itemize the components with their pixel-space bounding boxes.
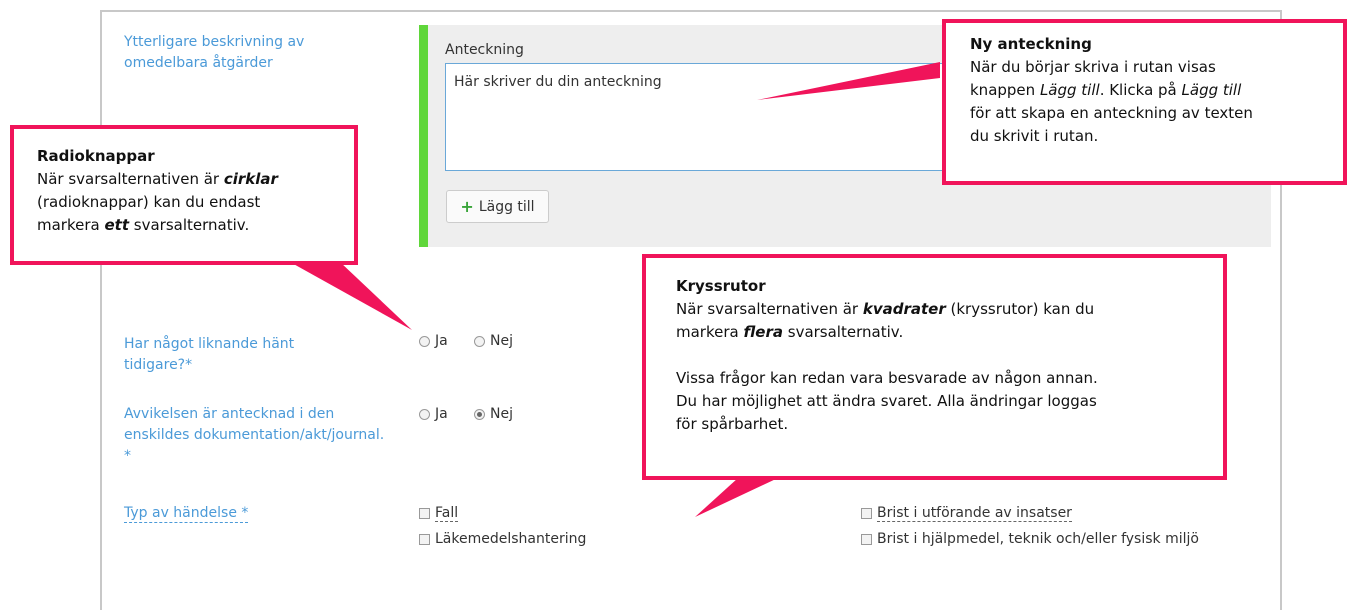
callout-line: för spårbarhet. (676, 415, 789, 433)
callout-line: (radioknappar) kan du endast (37, 193, 261, 211)
callout-line: för att skapa en anteckning av texten (970, 104, 1253, 122)
callout-line: knappen Lägg till. Klicka på Lägg till (970, 81, 1242, 99)
checkbox-pointer (695, 478, 778, 517)
callout-line: du skrivit i rutan. (970, 127, 1099, 145)
callout-line: markera flera svarsalternativ. (676, 323, 904, 341)
new-note-pointer (757, 62, 940, 100)
callout-title: Ny anteckning (970, 35, 1092, 53)
callout-line: När svarsalternativen är cirklar (37, 170, 278, 188)
callout-line: När svarsalternativen är kvadrater (krys… (676, 300, 1095, 318)
callout-title: Kryssrutor (676, 277, 766, 295)
radio-callout: Radioknappar När svarsalternativen är ci… (10, 125, 358, 265)
callout-line: När du börjar skriva i rutan visas (970, 58, 1216, 76)
callout-title: Radioknappar (37, 147, 155, 165)
radio-pointer (290, 262, 412, 330)
checkbox-callout: Kryssrutor När svarsalternativen är kvad… (642, 254, 1227, 480)
callout-line: Vissa frågor kan redan vara besvarade av… (676, 369, 1098, 387)
callout-line: Du har möjlighet att ändra svaret. Alla … (676, 392, 1097, 410)
callout-line: markera ett svarsalternativ. (37, 216, 250, 234)
new-note-callout: Ny anteckning När du börjar skriva i rut… (942, 19, 1347, 185)
